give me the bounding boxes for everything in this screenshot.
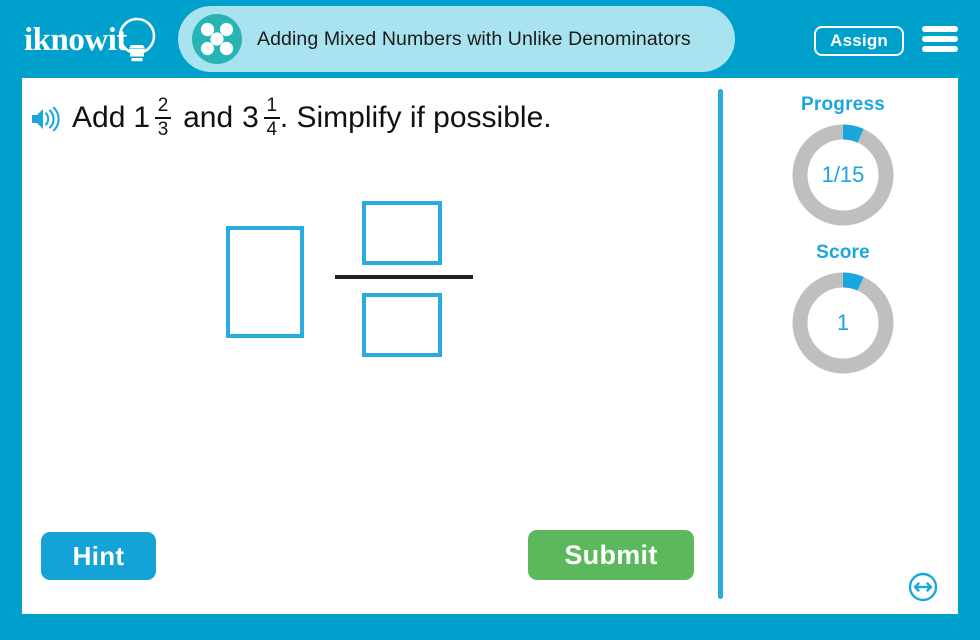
operand-1-denominator: 3 bbox=[157, 118, 169, 140]
menu-bar-1 bbox=[922, 26, 958, 32]
assign-button[interactable]: Assign bbox=[814, 26, 904, 56]
operand-1-whole: 1 bbox=[133, 100, 151, 134]
menu-bar-2 bbox=[922, 36, 958, 42]
progress-value: 1/15 bbox=[821, 162, 865, 187]
progress-ring: 1/15 bbox=[788, 120, 898, 230]
speaker-audio-icon[interactable] bbox=[30, 105, 60, 133]
answer-fraction-bar bbox=[335, 275, 473, 279]
progress-label: Progress bbox=[801, 94, 885, 115]
question-suffix: . Simplify if possible. bbox=[279, 100, 552, 134]
operand-2-fraction: 1 4 bbox=[263, 95, 280, 140]
question-prefix: Add bbox=[72, 100, 126, 134]
operand-2-denominator: 4 bbox=[266, 118, 278, 140]
hamburger-menu-icon[interactable] bbox=[922, 24, 958, 54]
numerator-input[interactable] bbox=[362, 201, 442, 265]
score-stat: Score 1 bbox=[728, 242, 958, 378]
operand-1-numerator: 2 bbox=[157, 95, 169, 116]
operand-1: 1 2 3 bbox=[133, 95, 172, 140]
stats-sidebar: Progress 1/15 Score 1 bbox=[728, 78, 958, 614]
denominator-input[interactable] bbox=[362, 293, 442, 357]
question-conjunction: and bbox=[183, 100, 234, 134]
hint-button[interactable]: Hint bbox=[41, 532, 156, 580]
question-row: Add 1 2 3 and 3 1 4 . Simplify if possib… bbox=[30, 96, 700, 162]
iknowit-logo[interactable]: iknowit bbox=[24, 14, 170, 66]
menu-bar-3 bbox=[922, 46, 958, 52]
content-panel: Add 1 2 3 and 3 1 4 . Simplify if possib… bbox=[22, 78, 958, 614]
submit-button[interactable]: Submit bbox=[528, 530, 694, 580]
progress-stat: Progress 1/15 bbox=[728, 94, 958, 230]
logo-wordmark: iknowit bbox=[24, 21, 127, 58]
lesson-title: Adding Mixed Numbers with Unlike Denomin… bbox=[257, 27, 691, 50]
five-dots-circle-icon bbox=[192, 14, 242, 64]
resize-horizontal-icon[interactable] bbox=[908, 572, 938, 602]
question-text: Add 1 2 3 and 3 1 4 . Simplify if possib… bbox=[72, 96, 552, 140]
operand-1-fraction: 2 3 bbox=[155, 95, 172, 140]
lesson-title-pill: Adding Mixed Numbers with Unlike Denomin… bbox=[178, 6, 735, 72]
app-header: iknowit Adding Mixed Numbers with Unlike… bbox=[0, 0, 980, 78]
operand-2-whole: 3 bbox=[242, 100, 259, 134]
whole-number-input[interactable] bbox=[226, 226, 304, 338]
operand-2-numerator: 1 bbox=[266, 95, 278, 116]
app-window: iknowit Adding Mixed Numbers with Unlike… bbox=[0, 0, 980, 640]
operand-2: 3 1 4 bbox=[242, 96, 280, 140]
score-ring: 1 bbox=[788, 268, 898, 378]
answer-input-area bbox=[202, 188, 522, 378]
score-label: Score bbox=[816, 242, 870, 263]
score-value: 1 bbox=[836, 310, 850, 335]
vertical-divider bbox=[718, 89, 723, 599]
